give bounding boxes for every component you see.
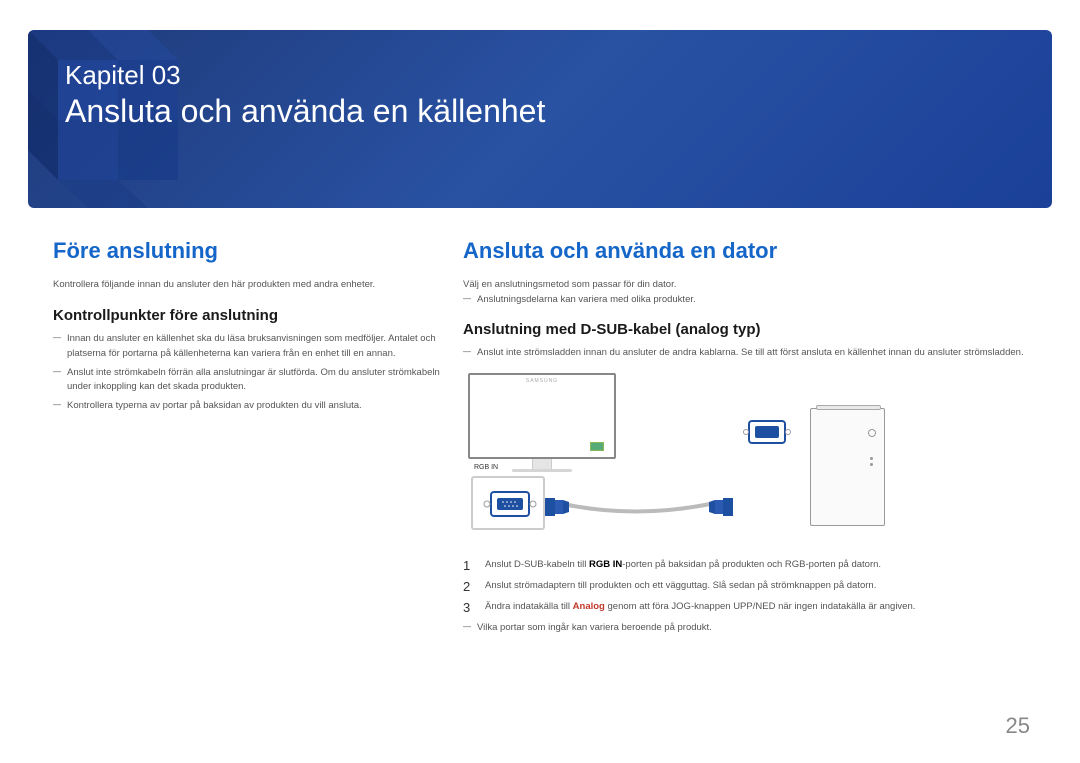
- right-footnote: Vilka portar som ingår kan variera beroe…: [463, 621, 1030, 634]
- left-bullet: Kontrollera typerna av portar på baksida…: [53, 399, 441, 413]
- connection-diagram: SAMSUNG RGB IN: [463, 368, 893, 548]
- cable-illustration: [545, 484, 805, 532]
- step-text: Anslut strömadaptern till produkten och …: [485, 579, 876, 592]
- step-row: 1 Anslut D-SUB-kabeln till RGB IN-porten…: [463, 558, 1030, 573]
- right-intro-note: Anslutningsdelarna kan variera med olika…: [463, 293, 1030, 306]
- left-bullet: Anslut inte strömkabeln förrän alla ansl…: [53, 366, 441, 395]
- right-subheading: Anslutning med D-SUB-kabel (analog typ): [463, 321, 1030, 338]
- step-text: Ändra indatakälla till Analog genom att …: [485, 600, 915, 613]
- left-intro: Kontrollera följande innan du ansluter d…: [53, 278, 441, 291]
- right-heading: Ansluta och använda en dator: [463, 238, 1030, 264]
- left-subheading: Kontrollpunkter före anslutning: [53, 307, 441, 324]
- left-bullet: Innan du ansluter en källenhet ska du lä…: [53, 332, 441, 361]
- rgb-in-label: RGB IN: [474, 464, 498, 471]
- right-intro: Välj en anslutningsmetod som passar för …: [463, 278, 1030, 291]
- step-row: 3 Ändra indatakälla till Analog genom at…: [463, 600, 1030, 615]
- left-heading: Före anslutning: [53, 238, 441, 264]
- rgb-port-box: [471, 476, 545, 530]
- step-row: 2 Anslut strömadaptern till produkten oc…: [463, 579, 1030, 594]
- chapter-title: Ansluta och använda en källenhet: [65, 93, 545, 130]
- page-number: 25: [1006, 713, 1030, 739]
- step-text: Anslut D-SUB-kabeln till RGB IN-porten p…: [485, 558, 881, 571]
- pc-tower-illustration: [810, 408, 885, 526]
- chapter-label: Kapitel 03: [65, 60, 545, 91]
- right-bullet: Anslut inte strömsladden innan du anslut…: [463, 346, 1030, 360]
- monitor-brand: SAMSUNG: [526, 378, 558, 384]
- pc-vga-port: [743, 418, 791, 446]
